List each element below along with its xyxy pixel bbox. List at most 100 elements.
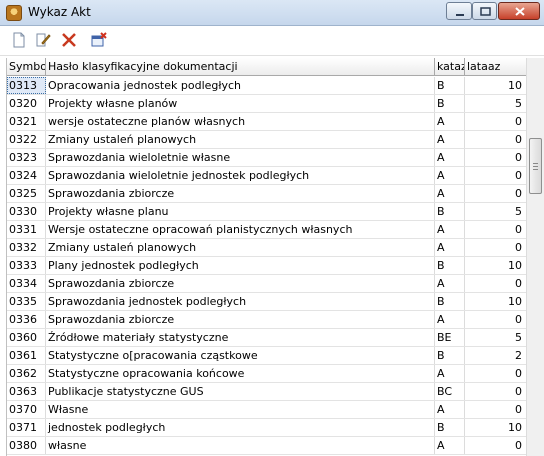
cell-haslo[interactable]: Zmiany ustaleń planowych [46, 239, 435, 256]
table-row[interactable]: 0336 Sprawozdania zbiorcze A 0 [7, 311, 526, 329]
cell-kataz[interactable]: A [435, 437, 465, 454]
cell-kataz[interactable]: A [435, 167, 465, 184]
cell-kataz[interactable]: A [435, 149, 465, 166]
cell-haslo[interactable]: Sprawozdania wieloletnie jednostek podle… [46, 167, 435, 184]
cell-lataaz[interactable]: 5 [465, 203, 526, 220]
cell-kataz[interactable]: B [435, 347, 465, 364]
cell-lataaz[interactable]: 10 [465, 257, 526, 274]
cell-symbol[interactable]: 0323 [7, 149, 46, 166]
cell-symbol[interactable]: 0371 [7, 419, 46, 436]
table-row[interactable]: 0332 Zmiany ustaleń planowych A 0 [7, 239, 526, 257]
cell-haslo[interactable]: Wersje ostateczne opracowań planistyczny… [46, 221, 435, 238]
cell-haslo[interactable]: Sprawozdania zbiorcze [46, 185, 435, 202]
cell-symbol[interactable]: 0336 [7, 311, 46, 328]
cell-symbol[interactable]: 0324 [7, 167, 46, 184]
cell-symbol[interactable]: 0333 [7, 257, 46, 274]
cell-kataz[interactable]: A [435, 311, 465, 328]
cell-lataaz[interactable]: 0 [465, 275, 526, 292]
cell-kataz[interactable]: A [435, 113, 465, 130]
cell-haslo[interactable]: jednostek podległych [46, 419, 435, 436]
cell-lataaz[interactable]: 0 [465, 311, 526, 328]
cell-symbol[interactable]: 0335 [7, 293, 46, 310]
cell-lataaz[interactable]: 0 [465, 437, 526, 454]
cell-lataaz[interactable]: 5 [465, 95, 526, 112]
delete-record-button[interactable] [58, 29, 80, 51]
table-row[interactable]: 0320 Projekty własne planów B 5 [7, 95, 526, 113]
cell-haslo[interactable]: wersje ostateczne planów własnych [46, 113, 435, 130]
cell-haslo[interactable]: Opracowania jednostek podległych [46, 77, 435, 94]
table-row[interactable]: 0362 Statystyczne opracowania końcowe A 0 [7, 365, 526, 383]
cell-lataaz[interactable]: 2 [465, 347, 526, 364]
table-row[interactable]: 0325 Sprawozdania zbiorcze A 0 [7, 185, 526, 203]
cell-kataz[interactable]: A [435, 221, 465, 238]
cell-symbol[interactable]: 0370 [7, 401, 46, 418]
cell-symbol[interactable]: 0321 [7, 113, 46, 130]
cell-lataaz[interactable]: 5 [465, 329, 526, 346]
cell-lataaz[interactable]: 0 [465, 383, 526, 400]
cell-haslo[interactable]: Własne [46, 401, 435, 418]
table-row[interactable]: 0321 wersje ostateczne planów własnych A 0 [7, 113, 526, 131]
table-row[interactable]: 0361 Statystyczne o[pracowania cząstkowe B… [7, 347, 526, 365]
cell-haslo[interactable]: Statystyczne opracowania końcowe [46, 365, 435, 382]
cell-kataz[interactable]: B [435, 77, 465, 94]
cell-kataz[interactable]: A [435, 185, 465, 202]
cell-lataaz[interactable]: 0 [465, 185, 526, 202]
app-icon[interactable] [6, 5, 22, 21]
cell-symbol[interactable]: 0334 [7, 275, 46, 292]
cell-symbol[interactable]: 0362 [7, 365, 46, 382]
cell-symbol[interactable]: 0313 [7, 77, 46, 94]
close-button[interactable] [498, 2, 540, 20]
cell-haslo[interactable]: Sprawozdania jednostek podległych [46, 293, 435, 310]
cell-symbol[interactable]: 0331 [7, 221, 46, 238]
maximize-button[interactable] [472, 2, 497, 20]
cell-kataz[interactable]: B [435, 419, 465, 436]
cell-lataaz[interactable]: 0 [465, 131, 526, 148]
cell-lataaz[interactable]: 0 [465, 221, 526, 238]
cell-kataz[interactable]: B [435, 203, 465, 220]
cell-haslo[interactable]: Statystyczne o[pracowania cząstkowe [46, 347, 435, 364]
cell-haslo[interactable]: Plany jednostek podległych [46, 257, 435, 274]
cell-symbol[interactable]: 0363 [7, 383, 46, 400]
cell-kataz[interactable]: A [435, 401, 465, 418]
scrollbar-thumb[interactable] [529, 138, 542, 194]
cell-haslo[interactable]: Sprawozdania zbiorcze [46, 275, 435, 292]
cell-haslo[interactable]: Projekty własne planów [46, 95, 435, 112]
edit-record-button[interactable] [32, 29, 54, 51]
table-row[interactable]: 0334 Sprawozdania zbiorcze A 0 [7, 275, 526, 293]
cell-symbol[interactable]: 0380 [7, 437, 46, 454]
cell-kataz[interactable]: A [435, 365, 465, 382]
cell-kataz[interactable]: BE [435, 329, 465, 346]
column-header-haslo[interactable]: Hasło klasyfikacyjne dokumentacji [46, 58, 435, 76]
table-row[interactable]: 0335 Sprawozdania jednostek podległych B 10 [7, 293, 526, 311]
cell-lataaz[interactable]: 10 [465, 77, 526, 94]
cell-haslo[interactable]: Publikacje statystyczne GUS [46, 383, 435, 400]
cell-kataz[interactable]: B [435, 293, 465, 310]
cell-lataaz[interactable]: 10 [465, 419, 526, 436]
column-header-lataaz[interactable]: lataaz [465, 58, 526, 76]
cell-kataz[interactable]: B [435, 257, 465, 274]
column-header-kataz[interactable]: kataz [435, 58, 465, 76]
table-row[interactable]: 0313 Opracowania jednostek podległych B 10 [7, 77, 526, 95]
table-row[interactable]: 0360 Źródłowe materiały statystyczne BE 5 [7, 329, 526, 347]
cell-kataz[interactable]: A [435, 275, 465, 292]
table-row[interactable]: 0370 Własne A 0 [7, 401, 526, 419]
cell-symbol[interactable]: 0322 [7, 131, 46, 148]
cell-kataz[interactable]: B [435, 95, 465, 112]
cell-symbol[interactable]: 0320 [7, 95, 46, 112]
vertical-scrollbar[interactable] [526, 58, 544, 456]
cell-haslo[interactable]: Projekty własne planu [46, 203, 435, 220]
cell-lataaz[interactable]: 0 [465, 167, 526, 184]
cell-kataz[interactable]: BC [435, 383, 465, 400]
table-row[interactable]: 0363 Publikacje statystyczne GUS BC 0 [7, 383, 526, 401]
cell-lataaz[interactable]: 0 [465, 149, 526, 166]
cell-symbol[interactable]: 0361 [7, 347, 46, 364]
cell-lataaz[interactable]: 10 [465, 293, 526, 310]
cell-kataz[interactable]: A [435, 239, 465, 256]
cell-symbol[interactable]: 0325 [7, 185, 46, 202]
title-bar[interactable]: Wykaz Akt [0, 0, 544, 26]
cell-lataaz[interactable]: 0 [465, 401, 526, 418]
cell-haslo[interactable]: własne [46, 437, 435, 454]
cell-haslo[interactable]: Sprawozdania wieloletnie własne [46, 149, 435, 166]
new-record-button[interactable] [8, 29, 30, 51]
cell-symbol[interactable]: 0360 [7, 329, 46, 346]
